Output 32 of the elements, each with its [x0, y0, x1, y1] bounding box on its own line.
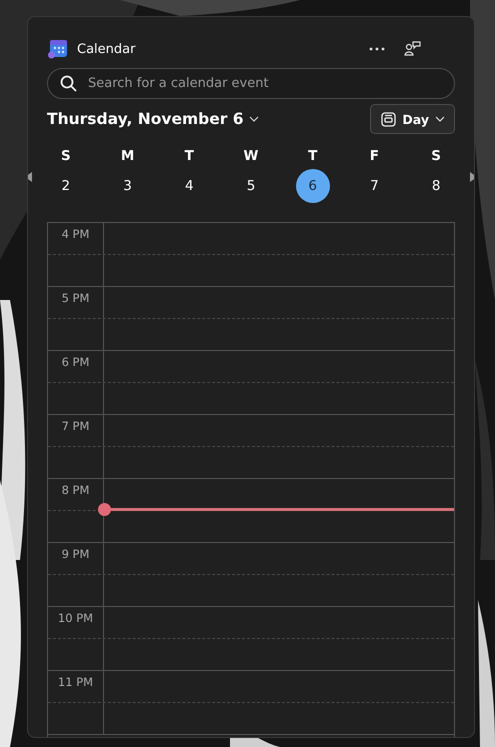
weekday-label: M	[120, 147, 134, 166]
search-field[interactable]: Search for a calendar event	[47, 68, 455, 99]
hour-label: 7 PM	[60, 419, 90, 433]
day-number-button[interactable]: 7	[357, 169, 392, 203]
hour-label: 8 PM	[60, 483, 90, 497]
hour-label: 11 PM	[56, 675, 94, 689]
widget-title: Calendar	[77, 42, 136, 56]
hour-label: 9 PM	[60, 547, 90, 561]
day-number-button[interactable]: 3	[110, 169, 145, 203]
weekday-label: T	[308, 147, 318, 166]
hour-label: 5 PM	[60, 291, 90, 305]
weekday-label: F	[370, 147, 380, 166]
chevron-down-icon	[248, 116, 259, 122]
calendar-app-icon	[47, 38, 69, 60]
hour-label: 10 PM	[56, 611, 94, 625]
day-number-button[interactable]: 5	[234, 169, 268, 203]
day-number-button[interactable]: 6	[296, 169, 330, 203]
day-number-button[interactable]: 4	[172, 169, 206, 203]
weekday-label: S	[431, 147, 441, 166]
search-icon	[60, 75, 77, 92]
hour-label: 6 PM	[60, 355, 90, 369]
hour-label: 4 PM	[60, 227, 90, 241]
current-time-dot	[98, 503, 111, 516]
day-number-button[interactable]: 8	[419, 169, 454, 203]
weekday-label: S	[60, 147, 71, 166]
weekday-label: W	[244, 147, 258, 166]
view-mode-button[interactable]: Day	[370, 104, 455, 134]
day-view-icon	[381, 112, 396, 126]
day-number-button[interactable]: 2	[48, 169, 83, 203]
date-heading-dropdown[interactable]: Thursday, November 6	[47, 110, 370, 128]
chevron-down-icon	[435, 116, 445, 122]
weekday-label: T	[184, 147, 194, 166]
